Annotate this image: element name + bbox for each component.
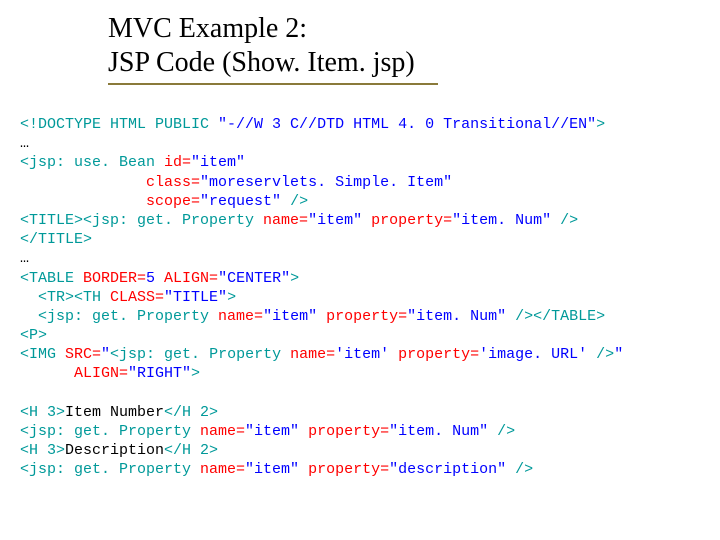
code-token: name= — [263, 212, 308, 229]
code-token: name= — [200, 461, 245, 478]
code-token: property= — [371, 212, 452, 229]
code-token: <TR> — [20, 289, 74, 306]
code-token: </TITLE> — [20, 231, 92, 248]
code-token: "item. Num" — [407, 308, 506, 325]
code-token: " — [101, 346, 110, 363]
code-token: property= — [308, 423, 389, 440]
code-token: <jsp: get. Property — [110, 346, 290, 363]
code-token: </H 2> — [164, 404, 218, 421]
code-token: > — [227, 289, 236, 306]
code-token: > — [596, 116, 605, 133]
code-token: BORDER= — [83, 270, 146, 287]
code-token: ALIGN= — [155, 270, 218, 287]
code-token: 'item' — [335, 346, 389, 363]
code-token: id= — [164, 154, 191, 171]
code-token: "item" — [308, 212, 362, 229]
code-token: "request" — [200, 193, 281, 210]
code-token: <jsp: get. Property — [20, 423, 200, 440]
code-token: name= — [200, 423, 245, 440]
code-token: /> — [551, 212, 578, 229]
code-token: <P> — [20, 327, 47, 344]
code-token: … — [20, 135, 29, 152]
code-token: 'image. URL' — [479, 346, 587, 363]
code-token: <jsp: get. Property — [83, 212, 263, 229]
code-token: scope= — [146, 193, 200, 210]
code-token: "item" — [245, 461, 299, 478]
code-token: /> — [281, 193, 308, 210]
code-token: <TITLE> — [20, 212, 83, 229]
code-token: "CENTER" — [218, 270, 290, 287]
code-token: /> — [488, 423, 515, 440]
code-token: > — [290, 270, 299, 287]
code-token: <H 3> — [20, 404, 65, 421]
code-token: <TABLE — [20, 270, 83, 287]
code-token: SRC= — [65, 346, 101, 363]
code-token: "RIGHT" — [128, 365, 191, 382]
code-indent — [20, 365, 65, 382]
code-text: Item Number — [65, 404, 164, 421]
code-token: property= — [308, 461, 389, 478]
code-token: class= — [146, 174, 200, 191]
code-token: /> — [506, 308, 533, 325]
code-token: "item" — [263, 308, 317, 325]
code-token: <jsp: get. Property — [38, 308, 218, 325]
code-text: Description — [65, 442, 164, 459]
code-token: <jsp: get. Property — [20, 461, 200, 478]
code-token: <IMG — [20, 346, 65, 363]
code-token: … — [20, 250, 29, 267]
code-token: /> — [587, 346, 614, 363]
slide-title: MVC Example 2: JSP Code (Show. Item. jsp… — [108, 12, 700, 85]
code-token: > — [191, 365, 200, 382]
code-token: </H 2> — [164, 442, 218, 459]
code-token: property= — [398, 346, 479, 363]
code-token: name= — [218, 308, 263, 325]
title-underline — [108, 83, 438, 85]
code-indent — [20, 174, 146, 191]
code-token: <TH — [74, 289, 110, 306]
code-token: "item" — [245, 423, 299, 440]
code-token: " — [614, 346, 623, 363]
code-token: CLASS= — [110, 289, 164, 306]
code-token: <H 3> — [20, 442, 65, 459]
code-indent — [20, 193, 146, 210]
code-token: 5 — [146, 270, 155, 287]
code-token: "item. Num" — [452, 212, 551, 229]
code-token: ALIGN= — [65, 365, 128, 382]
code-token: </TABLE> — [533, 308, 605, 325]
code-indent — [20, 308, 38, 325]
title-line-2: JSP Code (Show. Item. jsp) — [108, 46, 700, 80]
code-token: <jsp: use. Bean — [20, 154, 164, 171]
code-token: "item" — [191, 154, 245, 171]
code-token: property= — [326, 308, 407, 325]
slide: MVC Example 2: JSP Code (Show. Item. jsp… — [0, 0, 720, 540]
code-token: "-//W 3 C//DTD HTML 4. 0 Transitional//E… — [218, 116, 596, 133]
code-token: /> — [506, 461, 533, 478]
code-token: "item. Num" — [389, 423, 488, 440]
code-block: <!DOCTYPE HTML PUBLIC "-//W 3 C//DTD HTM… — [20, 115, 700, 480]
title-line-1: MVC Example 2: — [108, 12, 700, 46]
code-token: name= — [290, 346, 335, 363]
code-token: "moreservlets. Simple. Item" — [200, 174, 452, 191]
code-token: "description" — [389, 461, 506, 478]
code-token: <!DOCTYPE HTML PUBLIC — [20, 116, 218, 133]
code-token: "TITLE" — [164, 289, 227, 306]
